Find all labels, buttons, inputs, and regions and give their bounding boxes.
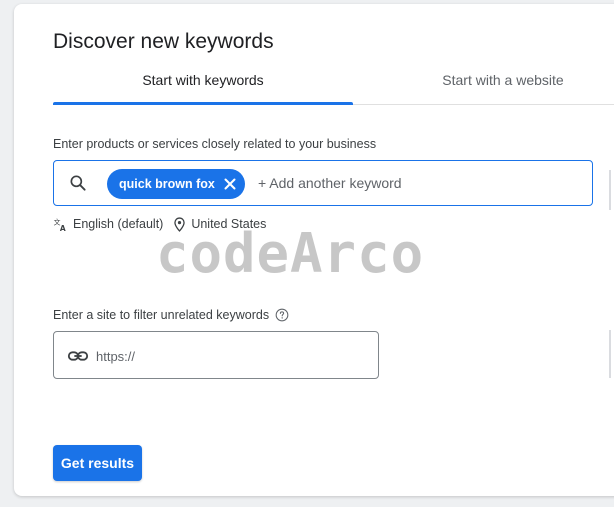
search-icon (70, 175, 86, 191)
svg-text:A: A (60, 223, 66, 231)
keyword-chip-text: quick brown fox (119, 177, 215, 191)
page-title: Discover new keywords (53, 30, 274, 53)
site-input-box[interactable] (53, 331, 379, 379)
keyword-chip[interactable]: quick brown fox (107, 169, 245, 199)
close-icon[interactable] (223, 177, 237, 191)
help-icon[interactable] (275, 308, 289, 322)
translate-icon: 文 A (54, 217, 66, 232)
right-edge-divider (609, 170, 611, 210)
location-pin-icon (174, 216, 186, 232)
keyword-input-box[interactable]: quick brown fox (53, 160, 593, 206)
site-url-input[interactable] (96, 346, 366, 366)
link-icon (67, 351, 89, 361)
tab-active-indicator (53, 102, 353, 105)
get-results-button[interactable]: Get results (53, 445, 142, 481)
tab-start-with-website[interactable]: Start with a website (403, 60, 603, 103)
tab-start-with-keywords[interactable]: Start with keywords (53, 60, 353, 103)
site-field-label-text: Enter a site to filter unrelated keyword… (53, 308, 270, 322)
targeting-row: 文 A English (default) United States (53, 215, 266, 233)
language-label: English (default) (73, 217, 164, 231)
add-keyword-input[interactable] (258, 173, 578, 193)
site-field-label: Enter a site to filter unrelated keyword… (53, 308, 289, 322)
right-edge-divider (609, 330, 611, 378)
location-selector[interactable]: United States (173, 216, 267, 232)
language-selector[interactable]: 文 A English (default) (53, 217, 164, 232)
tab-bar: Start with keywords Start with a website (53, 60, 614, 105)
location-label: United States (191, 217, 267, 231)
keywords-field-label: Enter products or services closely relat… (53, 137, 377, 151)
